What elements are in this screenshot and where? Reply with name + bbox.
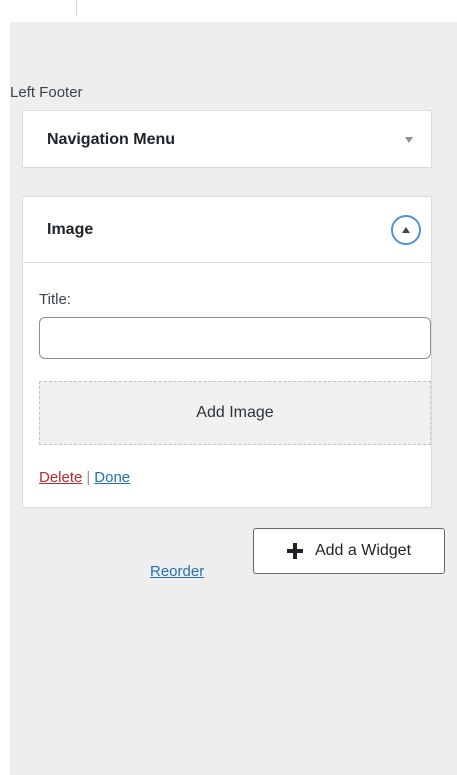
widget-title: Image [47,220,94,238]
add-widget-label: Add a Widget [314,542,412,559]
widget-title: Navigation Menu [47,131,176,148]
delete-link[interactable]: Delete [39,469,82,486]
title-field-label: Title: [39,291,71,308]
plus-icon [286,543,303,559]
actions-separator: | [86,469,91,486]
caret-up-icon [402,226,410,233]
reorder-link[interactable]: Reorder [150,563,204,580]
widget-navigation-menu: Navigation Menu [22,110,432,168]
widget-image: Image Title: Add Image Delete | Done [22,196,432,508]
caret-down-icon[interactable] [405,137,413,143]
widget-header-image[interactable]: Image [23,197,431,263]
widget-actions: Delete | Done [39,469,130,486]
divider-tick [76,0,77,16]
title-input[interactable] [39,317,431,359]
widget-header-navigation-menu[interactable]: Navigation Menu [23,111,431,169]
add-widget-button[interactable]: Add a Widget [253,528,445,574]
add-image-button[interactable]: Add Image [39,381,431,445]
top-strip [0,0,457,22]
done-link[interactable]: Done [94,469,130,486]
widget-area-title: Left Footer [10,84,83,101]
collapse-toggle-button[interactable] [391,214,421,245]
widget-area-panel: Left Footer Navigation Menu Image Title:… [10,22,457,775]
